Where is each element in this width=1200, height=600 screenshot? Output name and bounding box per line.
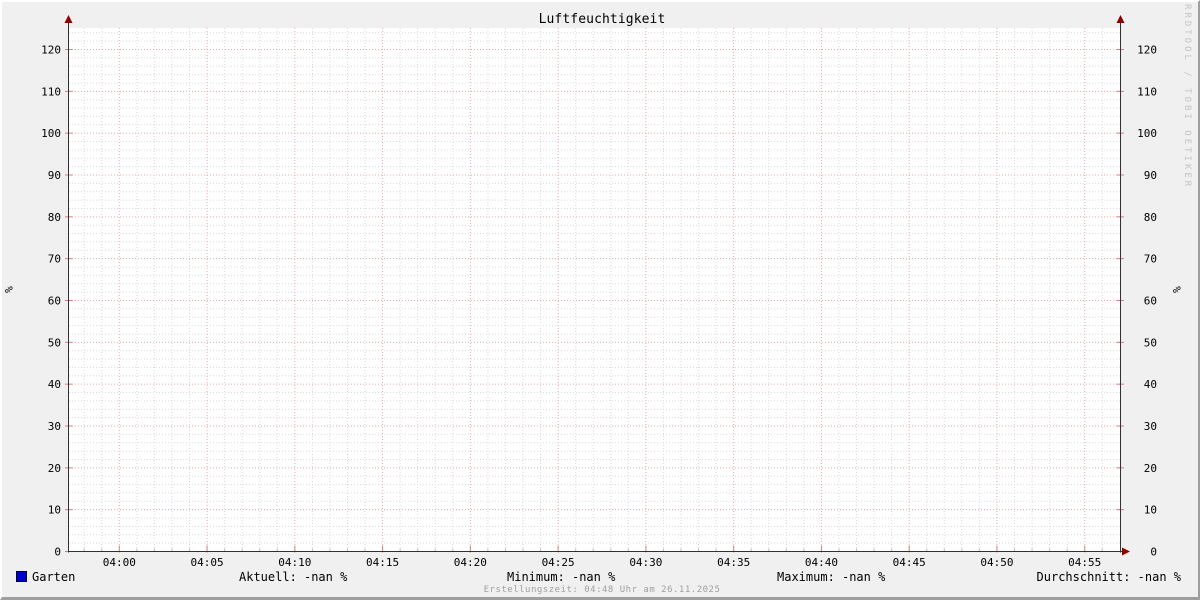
x-axis-tick-label: 04:45 <box>893 556 926 569</box>
x-axis-tick-label: 04:35 <box>717 556 750 569</box>
x-axis-arrow <box>1122 548 1130 556</box>
x-axis-tick-label: 04:55 <box>1068 556 1101 569</box>
y-axis-tick-label-right: 100 <box>1137 127 1157 140</box>
stat-maximum-value: -nan % <box>842 570 885 584</box>
creation-timestamp: Erstellungszeit: 04:48 Uhr am 26.11.2025 <box>2 585 1200 595</box>
x-axis-tick-label: 04:40 <box>805 556 838 569</box>
x-axis-tick-label: 04:15 <box>366 556 399 569</box>
x-axis-tick-label: 04:10 <box>278 556 311 569</box>
rrd-graph-image: 0 0 10 10 20 20 30 30 40 40 50 50 60 60 70 70 80 80 90 90 10… <box>0 0 1200 600</box>
stat-durchschnitt-label: Durchschnitt: <box>1037 570 1131 584</box>
y-axis-tick-label-right: 0 <box>1150 546 1157 559</box>
y-axis-tick-label-left: 0 <box>54 546 61 559</box>
stat-minimum: Minimum: -nan % <box>507 571 615 583</box>
x-axis-tick-label: 04:50 <box>980 556 1013 569</box>
chart-canvas <box>69 28 1120 552</box>
y-axis-tick-label-left: 120 <box>41 44 61 57</box>
legend-swatch-garten <box>16 571 27 582</box>
x-axis-tick-label: 04:25 <box>542 556 575 569</box>
y-axis-tick-label-right: 50 <box>1144 336 1157 349</box>
y-axis-tick-label-left: 100 <box>41 127 61 140</box>
stat-minimum-value: -nan % <box>572 570 615 584</box>
x-axis-tick-label: 04:20 <box>454 556 487 569</box>
y-axis-unit-right: % <box>1171 286 1182 293</box>
y-axis-tick-label-left: 70 <box>48 253 61 266</box>
y-axis-tick-label-right: 120 <box>1137 44 1157 57</box>
y-axis-tick-label-left: 40 <box>48 378 61 391</box>
rrdtool-watermark: RRDTOOL / TOBI OETIKER <box>1182 4 1192 564</box>
stat-aktuell-label: Aktuell: <box>239 570 297 584</box>
y-axis-tick-label-left: 90 <box>48 169 61 182</box>
y-axis-tick-label-left: 20 <box>48 462 61 475</box>
stat-maximum-label: Maximum: <box>777 570 835 584</box>
stat-minimum-label: Minimum: <box>507 570 565 584</box>
y-axis-tick-label-right: 30 <box>1144 420 1157 433</box>
x-axis-tick-label: 04:00 <box>103 556 136 569</box>
y-axis-tick-label-right: 70 <box>1144 253 1157 266</box>
y-axis-unit-left: % <box>3 286 14 293</box>
y-axis-tick-label-right: 40 <box>1144 378 1157 391</box>
y-axis-tick-label-right: 90 <box>1144 169 1157 182</box>
y-axis-tick-label-left: 30 <box>48 420 61 433</box>
plot-area: 0 0 10 10 20 20 30 30 40 40 50 50 60 60 70 70 80 80 90 90 10… <box>2 2 1200 600</box>
y-axis-tick-label-right: 20 <box>1144 462 1157 475</box>
y-axis-tick-label-right: 10 <box>1144 504 1157 517</box>
x-axis-tick-label: 04:05 <box>191 556 224 569</box>
y-axis-tick-label-right: 60 <box>1144 295 1157 308</box>
y-axis-tick-label-right: 110 <box>1137 85 1157 98</box>
stat-aktuell: Aktuell: -nan % <box>239 571 347 583</box>
stat-aktuell-value: -nan % <box>304 570 347 584</box>
chart-title: Luftfeuchtigkeit <box>2 13 1200 27</box>
y-axis-tick-label-left: 10 <box>48 504 61 517</box>
y-axis-tick-label-left: 50 <box>48 336 61 349</box>
stat-durchschnitt-value: -nan % <box>1138 570 1181 584</box>
x-axis-tick-label: 04:30 <box>629 556 662 569</box>
stat-durchschnitt: Durchschnitt: -nan % <box>1037 571 1181 583</box>
y-axis-tick-label-right: 80 <box>1144 211 1157 224</box>
y-axis-tick-label-left: 80 <box>48 211 61 224</box>
stat-maximum: Maximum: -nan % <box>777 571 885 583</box>
y-axis-tick-label-left: 110 <box>41 85 61 98</box>
legend-label-garten: Garten <box>32 571 75 583</box>
y-axis-tick-label-left: 60 <box>48 295 61 308</box>
